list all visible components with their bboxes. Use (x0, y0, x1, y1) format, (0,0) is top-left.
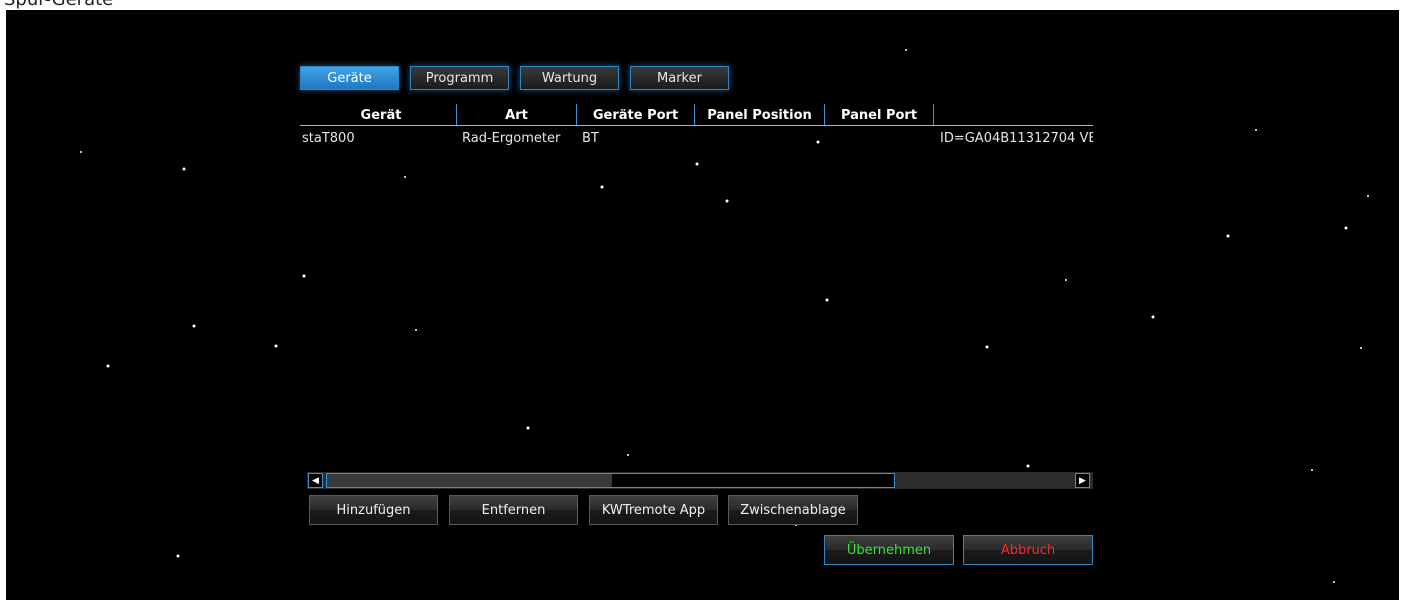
window-title-strip: Spur-Geräte (0, 0, 1405, 10)
scrollbar-thumb-fill (327, 474, 612, 487)
tab-geraete[interactable]: Geräte (300, 66, 399, 90)
scrollbar-thumb[interactable] (326, 473, 895, 488)
tab-programm[interactable]: Programm (410, 66, 509, 90)
cell-kennung: ID=GA04B11312704 VE= (940, 131, 1093, 146)
row-clip: ID=GA04B11312704 VE= (300, 125, 1093, 155)
apply-button[interactable]: Übernehmen (824, 535, 954, 565)
remove-button[interactable]: Entfernen (449, 495, 578, 525)
column-header-kennung[interactable] (934, 105, 1093, 125)
column-header-art[interactable]: Art (457, 105, 576, 125)
kwtremote-app-button[interactable]: KWTremote App (589, 495, 718, 525)
add-button[interactable]: Hinzufügen (309, 495, 438, 525)
column-header-geraet[interactable]: Gerät (306, 105, 456, 125)
column-header-panel-port[interactable]: Panel Port (825, 105, 933, 125)
scroll-left-icon[interactable]: ◀ (308, 473, 323, 488)
horizontal-scrollbar[interactable]: ◀ ▶ (307, 472, 1093, 489)
tab-marker[interactable]: Marker (630, 66, 729, 90)
window-title: Spur-Geräte (4, 0, 113, 10)
column-header-geraete-port[interactable]: Geräte Port (577, 105, 694, 125)
column-header-panel-position[interactable]: Panel Position (695, 105, 824, 125)
starfield-background: Geräte Programm Wartung Marker Gerät Art… (6, 10, 1399, 600)
clipboard-button[interactable]: Zwischenablage (728, 495, 858, 525)
tab-wartung[interactable]: Wartung (520, 66, 619, 90)
cancel-button[interactable]: Abbruch (963, 535, 1093, 565)
scroll-right-icon[interactable]: ▶ (1075, 473, 1090, 488)
